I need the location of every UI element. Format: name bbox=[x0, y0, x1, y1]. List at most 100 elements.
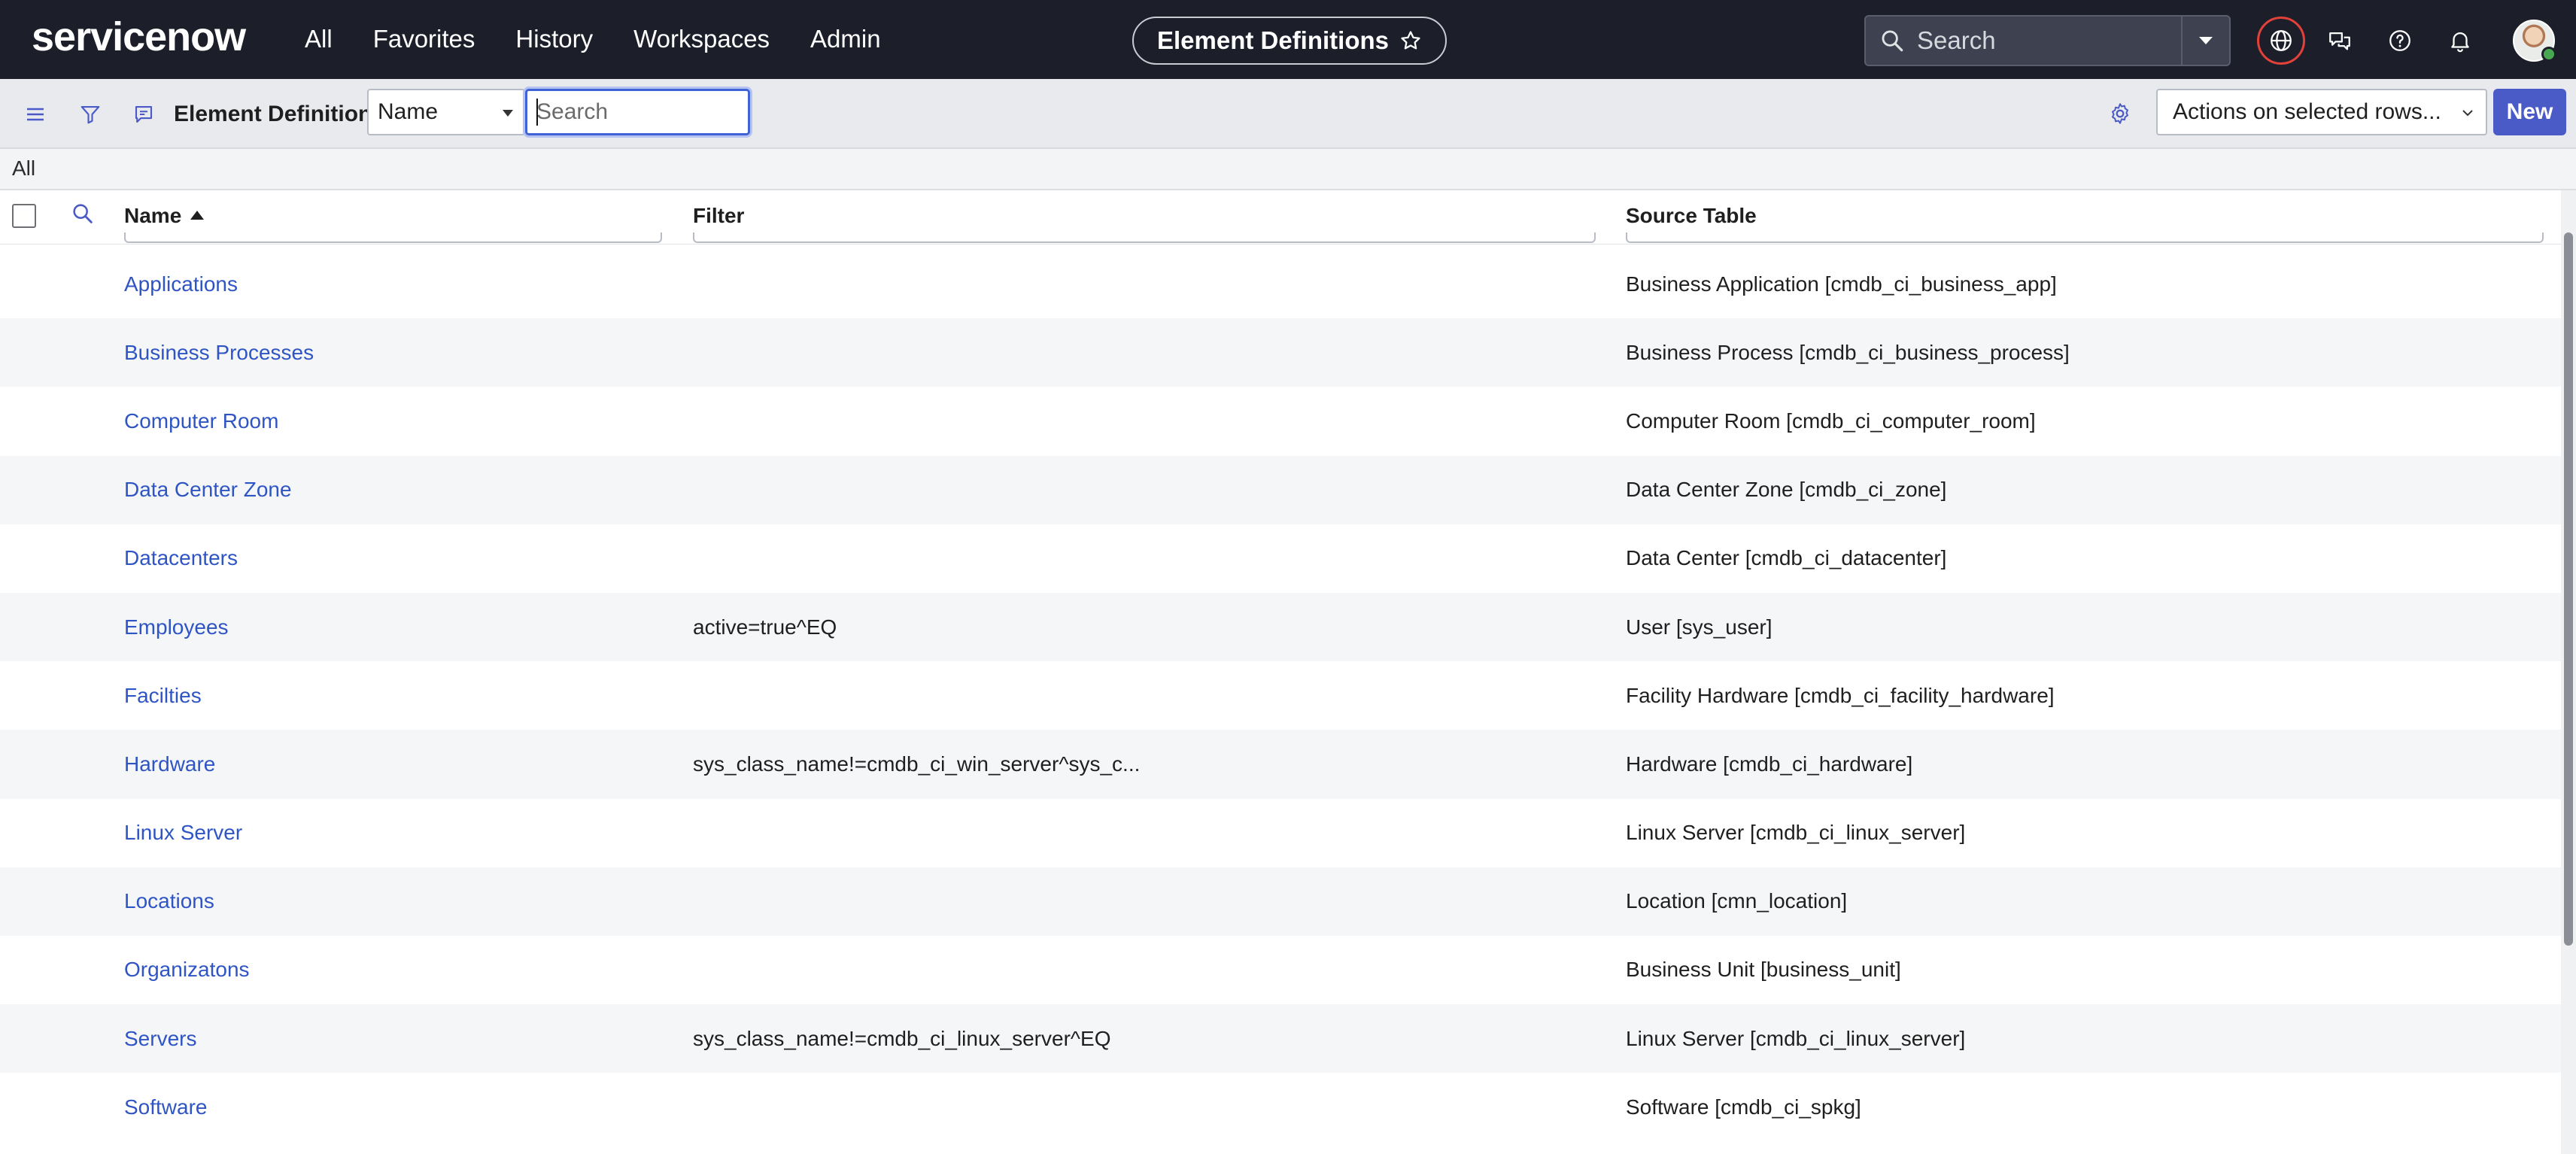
row-name-link[interactable]: Datacenters bbox=[124, 524, 238, 593]
row-name-link[interactable]: Business Processes bbox=[124, 318, 314, 387]
row-source-table-cell: Location [cmn_location] bbox=[1626, 889, 1848, 913]
search-field-select[interactable]: Name bbox=[367, 89, 525, 135]
row-source-table-cell: Facility Hardware [cmdb_ci_facility_hard… bbox=[1626, 683, 2055, 707]
nav-workspaces[interactable]: Workspaces bbox=[613, 20, 790, 59]
table-row[interactable]: Applications Business Application [cmdb_c… bbox=[0, 250, 2561, 318]
table-body: Applications Business Application [cmdb_c… bbox=[0, 250, 2561, 1141]
row-source-table-cell: Data Center Zone [cmdb_ci_zone] bbox=[1626, 478, 1947, 502]
row-name-link[interactable]: Linux Server bbox=[124, 799, 242, 867]
global-search-box[interactable]: Search bbox=[1864, 15, 2231, 66]
new-button[interactable]: New bbox=[2493, 89, 2566, 135]
select-all-checkbox[interactable] bbox=[12, 204, 36, 228]
list-context-button[interactable] bbox=[126, 97, 161, 132]
table-row[interactable]: Organizatons Business Unit [business_unit… bbox=[0, 936, 2561, 1004]
filter-filter-input[interactable] bbox=[693, 232, 1596, 243]
table-row[interactable]: Linux Server Linux Server [cmdb_ci_linux_… bbox=[0, 799, 2561, 867]
hamburger-menu-icon bbox=[27, 108, 44, 121]
row-source-table-cell: Linux Server [cmdb_ci_linux_server] bbox=[1626, 821, 1966, 845]
globe-icon bbox=[2271, 30, 2292, 51]
table-row[interactable]: Servers sys_class_name!=cmdb_ci_linux_ser… bbox=[0, 1004, 2561, 1074]
breadcrumb-all[interactable]: All bbox=[12, 156, 35, 181]
user-avatar[interactable] bbox=[2513, 20, 2556, 62]
row-name-link[interactable]: Applications bbox=[124, 250, 238, 318]
row-name-link[interactable]: Hardware bbox=[124, 730, 215, 798]
row-name-link[interactable]: Data Center Zone bbox=[124, 456, 292, 524]
row-source-table-cell: Business Process [cmdb_ci_business_proce… bbox=[1626, 340, 2070, 364]
help-button[interactable] bbox=[2376, 17, 2424, 65]
online-status-indicator bbox=[2541, 47, 2556, 62]
column-header-name[interactable]: Name bbox=[124, 202, 205, 229]
search-field-value: Name bbox=[378, 99, 439, 124]
filter-icon bbox=[80, 105, 100, 124]
chevron-down-icon bbox=[2462, 110, 2473, 117]
table-row[interactable]: Business Processes Business Process [cmdb… bbox=[0, 318, 2561, 387]
help-icon bbox=[2389, 30, 2410, 51]
page-title: Element Definitions bbox=[1156, 26, 1390, 54]
table-row[interactable]: Datacenters Data Center [cmdb_ci_datacent… bbox=[0, 524, 2561, 593]
row-name-link[interactable]: Computer Room bbox=[124, 387, 278, 455]
row-name-link[interactable]: Servers bbox=[124, 1004, 196, 1073]
vertical-scrollbar[interactable] bbox=[2561, 190, 2576, 1154]
row-source-table-cell: Data Center [cmdb_ci_datacenter] bbox=[1626, 546, 1947, 570]
caret-down-icon bbox=[503, 110, 513, 117]
table-row[interactable]: Employees active=true^EQ User [sys_user] bbox=[0, 592, 2561, 662]
row-source-table-cell: Computer Room [cmdb_ci_computer_room] bbox=[1626, 408, 2036, 433]
sort-ascending-icon bbox=[190, 211, 205, 220]
column-name-label: Name bbox=[124, 204, 182, 227]
chat-button[interactable] bbox=[2316, 17, 2364, 65]
nav-favorites[interactable]: Favorites bbox=[353, 20, 496, 59]
nav-admin[interactable]: Admin bbox=[790, 20, 901, 59]
table-row[interactable]: Facilties Facility Hardware [cmdb_ci_faci… bbox=[0, 661, 2561, 730]
nav-history[interactable]: History bbox=[495, 20, 613, 59]
actions-on-selected-rows-select[interactable]: Actions on selected rows... bbox=[2156, 89, 2487, 135]
column-filter-inputs bbox=[0, 232, 2561, 244]
servicenow-logo[interactable]: servicenow bbox=[32, 11, 246, 63]
top-navigation-bar: servicenow All Favorites History Workspa… bbox=[0, 0, 2576, 79]
search-icon bbox=[1882, 30, 1903, 52]
row-source-table-cell: Linux Server [cmdb_ci_linux_server] bbox=[1626, 1026, 1966, 1050]
chat-icon bbox=[2329, 32, 2350, 50]
row-filter-cell: sys_class_name!=cmdb_ci_linux_server^EQ bbox=[693, 1026, 1111, 1050]
list-title: Element Definitions bbox=[174, 102, 385, 126]
row-source-table-cell: User [sys_user] bbox=[1626, 615, 1773, 639]
personalize-list-button[interactable] bbox=[2103, 96, 2137, 131]
row-source-table-cell: Business Application [cmdb_ci_business_a… bbox=[1626, 272, 2057, 296]
star-icon[interactable] bbox=[1399, 29, 1422, 52]
row-name-link[interactable]: Locations bbox=[124, 867, 214, 936]
row-source-table-cell: Hardware [cmdb_ci_hardware] bbox=[1626, 752, 1913, 776]
name-filter-input[interactable] bbox=[124, 232, 662, 243]
breadcrumb: All bbox=[0, 149, 2576, 190]
row-name-link[interactable]: Employees bbox=[124, 593, 229, 661]
message-icon bbox=[135, 105, 153, 123]
filter-button[interactable] bbox=[73, 97, 108, 132]
row-source-table-cell: Business Unit [business_unit] bbox=[1626, 958, 1901, 982]
source-table-filter-input[interactable] bbox=[1626, 232, 2544, 243]
list-menu-button[interactable] bbox=[18, 97, 53, 132]
scrollbar-thumb[interactable] bbox=[2564, 232, 2573, 946]
table-row[interactable]: Hardware sys_class_name!=cmdb_ci_win_serv… bbox=[0, 730, 2561, 799]
search-scope-dropdown[interactable] bbox=[2181, 17, 2229, 65]
actions-select-value: Actions on selected rows... bbox=[2173, 99, 2441, 124]
column-header-source-table[interactable]: Source Table bbox=[1626, 202, 1757, 229]
global-search-input[interactable]: Search bbox=[1917, 26, 2181, 55]
table-row[interactable]: Locations Location [cmn_location] bbox=[0, 867, 2561, 936]
row-filter-cell: active=true^EQ bbox=[693, 615, 837, 639]
logo-text: servicenow bbox=[32, 14, 246, 59]
page-title-pill[interactable]: Element Definitions bbox=[1132, 17, 1447, 65]
table-row[interactable]: Computer Room Computer Room [cmdb_ci_comp… bbox=[0, 387, 2561, 455]
gear-icon bbox=[2112, 103, 2128, 124]
bell-icon bbox=[2451, 32, 2469, 53]
row-filter-cell: sys_class_name!=cmdb_ci_win_server^sys_c… bbox=[693, 752, 1141, 776]
list-search-input[interactable]: Search bbox=[525, 89, 750, 135]
row-source-table-cell: Software [cmdb_ci_spkg] bbox=[1626, 1095, 1861, 1119]
nav-all[interactable]: All bbox=[305, 20, 353, 59]
row-name-link[interactable]: Organizatons bbox=[124, 936, 250, 1004]
language-button[interactable] bbox=[2257, 17, 2305, 65]
notifications-button[interactable] bbox=[2436, 17, 2484, 65]
column-header-filter[interactable]: Filter bbox=[693, 202, 744, 229]
row-name-link[interactable]: Facilties bbox=[124, 661, 202, 730]
table-row[interactable]: Data Center Zone Data Center Zone [cmdb_c… bbox=[0, 455, 2561, 524]
table-row[interactable]: Software Software [cmdb_ci_spkg] bbox=[0, 1073, 2561, 1141]
row-name-link[interactable]: Software bbox=[124, 1073, 208, 1141]
column-search-icon[interactable] bbox=[70, 201, 96, 226]
